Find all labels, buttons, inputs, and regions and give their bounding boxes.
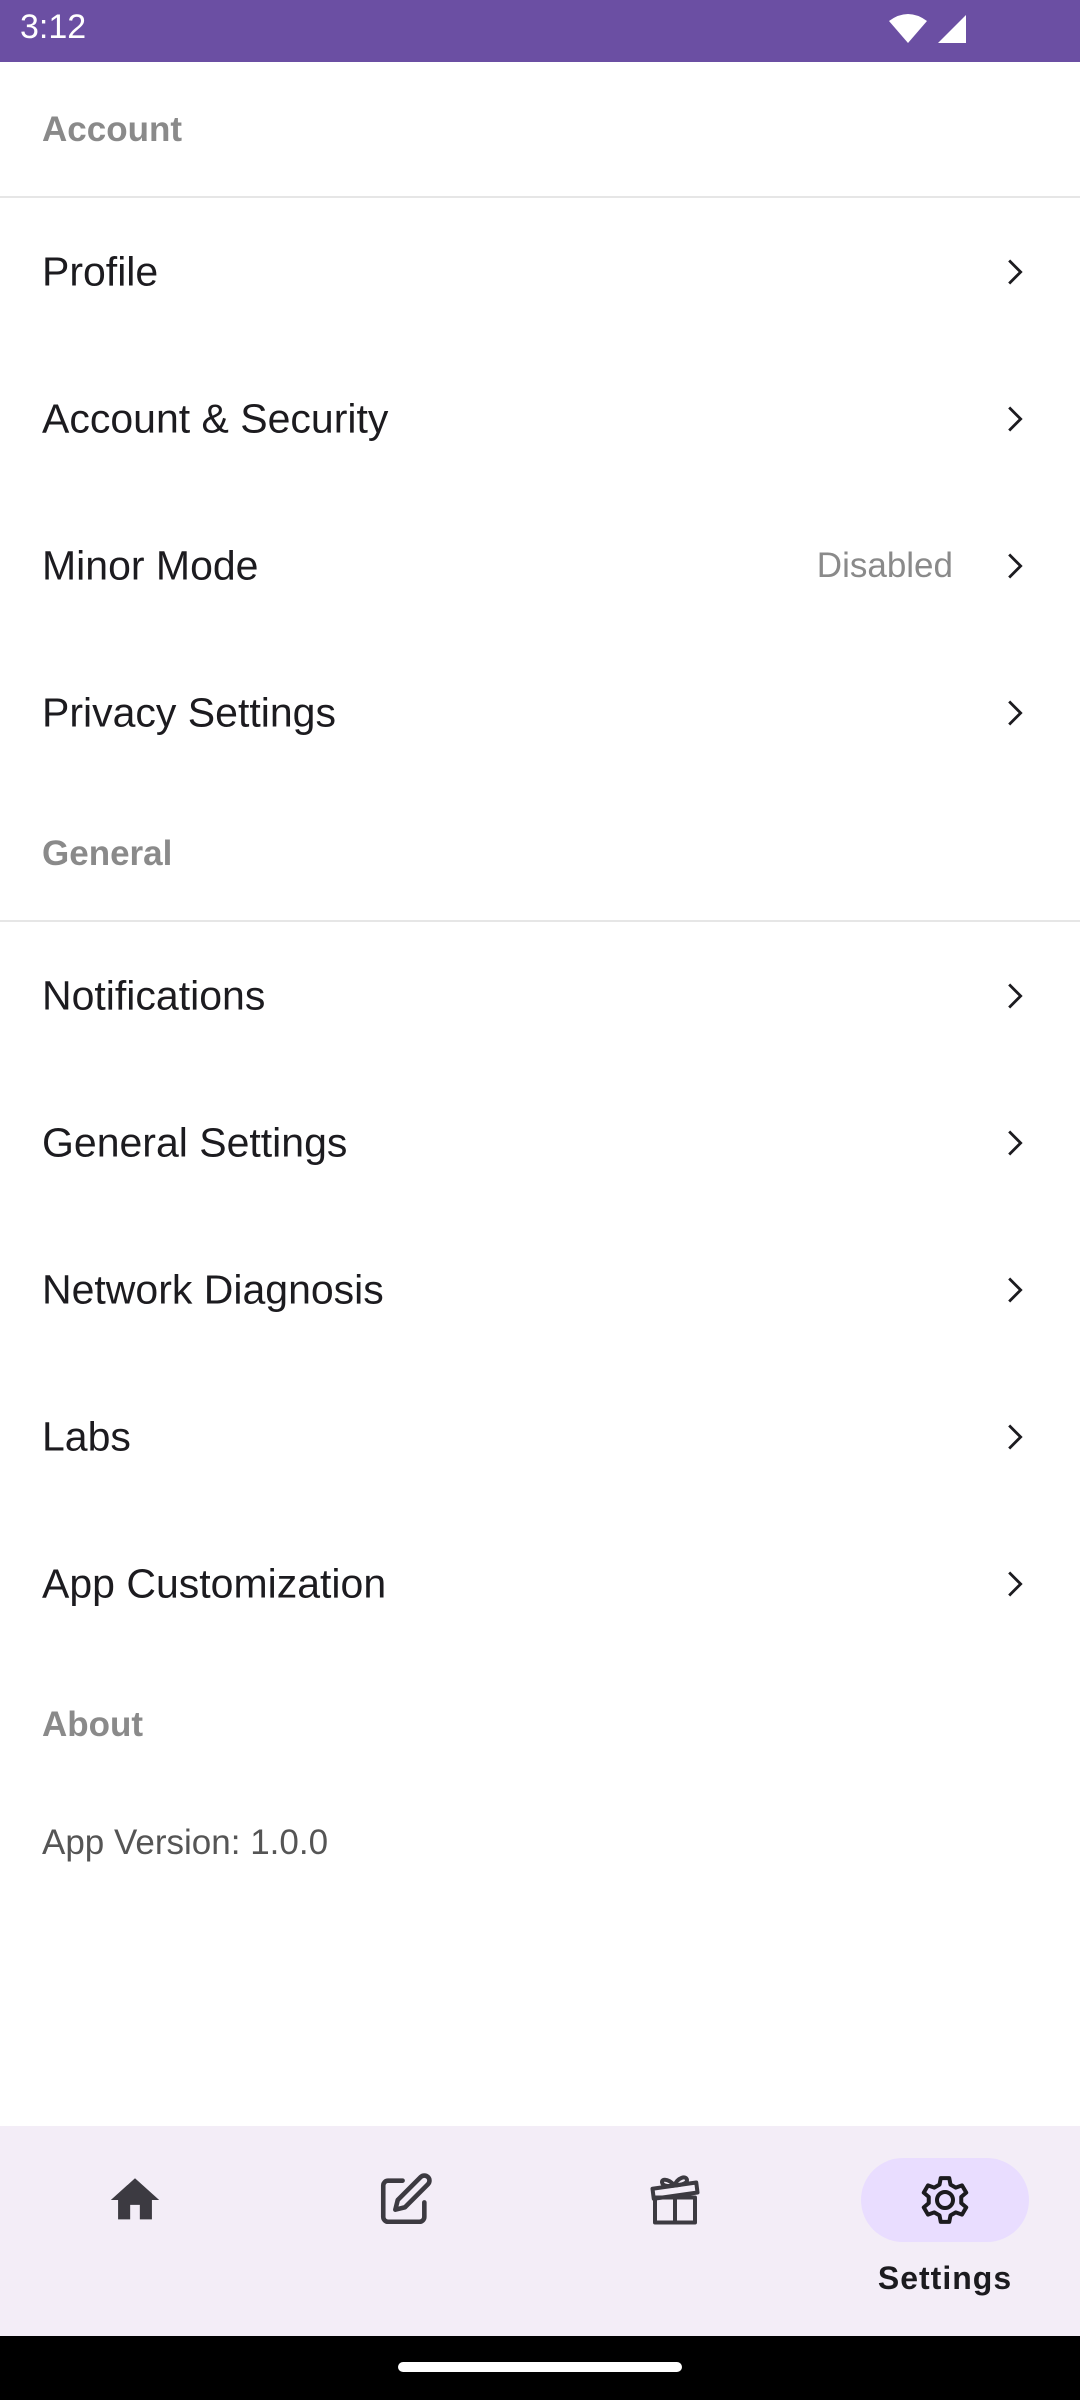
app-version-row: App Version: 1.0.0: [0, 1793, 1080, 1923]
settings-item-minor-mode[interactable]: Minor Mode Disabled: [0, 492, 1080, 639]
nav-item-home[interactable]: [0, 2126, 270, 2336]
settings-item-label: Notifications: [42, 972, 266, 1018]
home-icon: [110, 2178, 160, 2220]
settings-item-value: Disabled: [816, 545, 953, 585]
nav-icon-container: [321, 2158, 489, 2242]
settings-item-notifications[interactable]: Notifications: [0, 922, 1080, 1069]
nav-item-edit[interactable]: [270, 2126, 540, 2336]
gesture-bar: [0, 2336, 1080, 2400]
settings-item-label: Account & Security: [42, 395, 389, 441]
settings-item-label: Profile: [42, 248, 159, 294]
settings-item-network-diagnosis[interactable]: Network Diagnosis: [0, 1216, 1080, 1363]
nav-icon-container: [861, 2158, 1029, 2242]
section-header-general: General: [0, 786, 1080, 922]
status-icons: [888, 13, 968, 45]
wifi-icon: [889, 14, 927, 43]
home-gesture-handle[interactable]: [398, 2362, 682, 2372]
settings-item-app-customization[interactable]: App Customization: [0, 1510, 1080, 1657]
chevron-right-icon: [1008, 259, 1023, 284]
settings-item-label: General Settings: [42, 1119, 348, 1165]
nav-item-gift[interactable]: [540, 2126, 810, 2336]
section-title: Account: [42, 110, 182, 149]
section-header-account: Account: [0, 62, 1080, 198]
section-header-about: About: [0, 1657, 1080, 1793]
nav-label: Settings: [877, 2260, 1013, 2296]
status-bar: 3:12: [0, 0, 1080, 62]
settings-item-profile[interactable]: Profile: [0, 198, 1080, 345]
section-title: General: [42, 834, 173, 873]
settings-item-general-settings[interactable]: General Settings: [0, 1069, 1080, 1216]
chevron-right-icon: [1008, 1277, 1023, 1302]
signal-icon: [938, 15, 966, 43]
settings-item-label: Minor Mode: [42, 542, 259, 588]
app-version-text: App Version: 1.0.0: [42, 1823, 329, 1862]
gift-icon: [650, 2175, 700, 2225]
settings-list: Account Profile Account & Security Minor…: [0, 62, 1080, 1923]
bottom-navigation: Settings: [0, 2126, 1080, 2336]
nav-icon-container: [591, 2158, 759, 2242]
settings-item-privacy-settings[interactable]: Privacy Settings: [0, 639, 1080, 786]
nav-icon-container: [51, 2158, 219, 2242]
settings-item-labs[interactable]: Labs: [0, 1363, 1080, 1510]
chevron-right-icon: [1008, 1424, 1023, 1449]
settings-item-label: Privacy Settings: [42, 689, 336, 735]
chevron-right-icon: [1008, 1130, 1023, 1155]
settings-icon: [921, 2176, 969, 2224]
edit-icon: [380, 2173, 432, 2225]
chevron-right-icon: [1008, 1571, 1023, 1596]
nav-item-settings[interactable]: Settings: [810, 2126, 1080, 2336]
chevron-right-icon: [1008, 553, 1023, 578]
settings-item-label: Labs: [42, 1413, 131, 1459]
settings-item-label: Network Diagnosis: [42, 1266, 384, 1312]
section-title: About: [42, 1705, 144, 1744]
settings-item-account-security[interactable]: Account & Security: [0, 345, 1080, 492]
chevron-right-icon: [1008, 700, 1023, 725]
chevron-right-icon: [1008, 406, 1023, 431]
status-time: 3:12: [20, 8, 87, 46]
settings-item-label: App Customization: [42, 1560, 387, 1606]
chevron-right-icon: [1008, 983, 1023, 1008]
